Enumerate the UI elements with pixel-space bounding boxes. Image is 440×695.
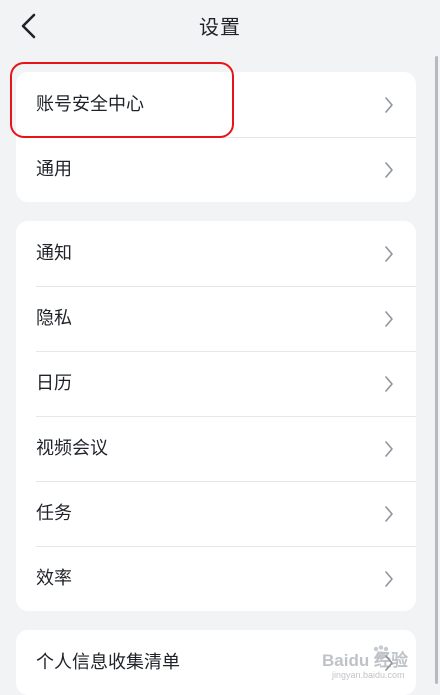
settings-item-label: 账号安全中心 <box>36 93 144 115</box>
chevron-right-icon <box>384 654 394 672</box>
settings-item-label: 隐私 <box>36 307 72 329</box>
top-bar: 设置 <box>0 0 440 56</box>
scrollbar[interactable] <box>435 56 438 684</box>
settings-item-label: 日历 <box>36 372 72 394</box>
settings-item-label: 效率 <box>36 567 72 589</box>
settings-item-tasks[interactable]: 任务 <box>16 481 416 546</box>
settings-item-label: 视频会议 <box>36 437 108 459</box>
settings-item-label: 任务 <box>36 502 72 524</box>
page-title: 设置 <box>199 15 241 39</box>
settings-item-account-security[interactable]: 账号安全中心 <box>16 72 416 137</box>
chevron-right-icon <box>384 570 394 588</box>
chevron-right-icon <box>384 440 394 458</box>
settings-item-calendar[interactable]: 日历 <box>16 351 416 416</box>
chevron-right-icon <box>384 505 394 523</box>
settings-item-notifications[interactable]: 通知 <box>16 221 416 286</box>
settings-item-personal-info-list[interactable]: 个人信息收集清单 <box>16 630 416 695</box>
settings-item-privacy[interactable]: 隐私 <box>16 286 416 351</box>
settings-group-privacy-info: 个人信息收集清单 <box>16 630 416 695</box>
chevron-right-icon <box>384 161 394 179</box>
chevron-right-icon <box>384 245 394 263</box>
settings-item-efficiency[interactable]: 效率 <box>16 546 416 611</box>
chevron-right-icon <box>384 310 394 328</box>
settings-item-label: 个人信息收集清单 <box>36 651 180 673</box>
settings-item-label: 通用 <box>36 158 72 180</box>
settings-group-account: 账号安全中心 通用 <box>16 72 416 202</box>
chevron-right-icon <box>384 375 394 393</box>
settings-item-label: 通知 <box>36 242 72 264</box>
settings-item-general[interactable]: 通用 <box>16 137 416 202</box>
chevron-right-icon <box>384 96 394 114</box>
settings-item-video-meeting[interactable]: 视频会议 <box>16 416 416 481</box>
settings-group-features: 通知 隐私 日历 视频会议 任务 效率 <box>16 221 416 611</box>
